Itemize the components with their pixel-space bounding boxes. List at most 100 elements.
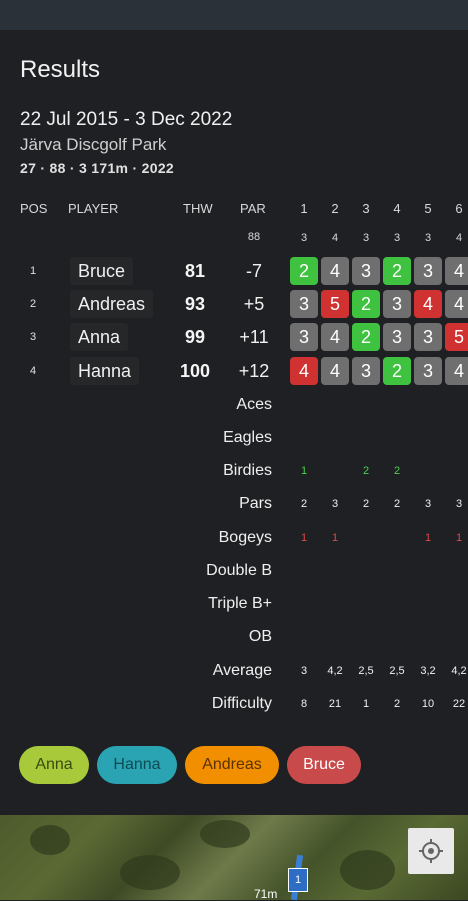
status-bar — [0, 0, 468, 30]
score-cell[interactable]: 3 — [352, 357, 380, 385]
stat-label: Birdies — [223, 462, 272, 479]
score-cell[interactable]: 3 — [414, 323, 442, 351]
stat-label: Bogeys — [218, 529, 272, 546]
player-par: +11 — [239, 327, 269, 347]
stat-value: 2 — [393, 465, 401, 477]
stat-value: 22 — [452, 698, 466, 710]
player-name[interactable]: Anna — [70, 323, 129, 351]
score-cell[interactable]: 2 — [290, 257, 318, 285]
stat-value: 3 — [331, 498, 339, 510]
score-cell[interactable]: 4 — [445, 357, 468, 385]
player-throws: 81 — [184, 261, 206, 281]
hole-par: 3 — [300, 232, 308, 244]
player-chip[interactable]: Anna — [19, 746, 89, 784]
location-target-icon — [419, 839, 443, 863]
hole-par: 3 — [393, 232, 401, 244]
score-cell[interactable]: 5 — [321, 290, 349, 318]
score-cell[interactable]: 3 — [290, 290, 318, 318]
stat-value: 4,2 — [327, 665, 343, 677]
stat-value: 8 — [300, 698, 308, 710]
stat-value: 2 — [393, 698, 401, 710]
player-throws: 93 — [184, 294, 206, 314]
player-name[interactable]: Hanna — [70, 357, 140, 385]
hole-number: 3 — [362, 201, 370, 216]
score-cell[interactable]: 3 — [383, 323, 411, 351]
stat-value: 2 — [393, 498, 401, 510]
stat-label: Aces — [236, 396, 272, 413]
score-cell[interactable]: 4 — [414, 290, 442, 318]
player-position: 3 — [30, 331, 37, 343]
stat-value: 3,2 — [420, 665, 436, 677]
score-cell[interactable]: 5 — [445, 323, 468, 351]
stat-value: 1 — [455, 532, 463, 544]
score-cell[interactable]: 3 — [290, 323, 318, 351]
map-tree — [30, 825, 70, 855]
header-pos: POS — [20, 201, 48, 216]
player-position: 1 — [30, 265, 37, 277]
stat-value: 1 — [331, 532, 339, 544]
stat-value: 2 — [300, 498, 308, 510]
stat-value: 2 — [362, 498, 370, 510]
course-name: Järva Discgolf Park — [20, 135, 167, 154]
stat-label: Average — [212, 662, 272, 679]
player-chip[interactable]: Andreas — [185, 746, 279, 784]
date-range: 22 Jul 2015 - 3 Dec 2022 — [20, 109, 233, 130]
hole-par: 3 — [362, 232, 370, 244]
score-cell[interactable]: 4 — [290, 357, 318, 385]
player-throws: 99 — [184, 327, 206, 347]
score-cell[interactable]: 2 — [383, 257, 411, 285]
player-par: +12 — [238, 361, 270, 381]
my-location-button[interactable] — [408, 828, 454, 874]
hole-number: 4 — [393, 201, 401, 216]
stat-label: Difficulty — [211, 695, 272, 712]
page-title: Results — [20, 56, 101, 83]
score-cell[interactable]: 4 — [321, 257, 349, 285]
hole-par: 3 — [424, 232, 432, 244]
course-map[interactable] — [0, 815, 468, 900]
player-chip[interactable]: Bruce — [287, 746, 361, 784]
stat-value: 3 — [300, 665, 308, 677]
player-par: -7 — [245, 261, 262, 281]
player-name[interactable]: Bruce — [70, 257, 134, 285]
stat-label: Double B — [206, 562, 272, 579]
player-name[interactable]: Andreas — [70, 290, 154, 318]
player-chip[interactable]: Hanna — [97, 746, 177, 784]
stat-value: 21 — [328, 698, 342, 710]
stat-value: 2,5 — [358, 665, 374, 677]
score-cell[interactable]: 4 — [445, 290, 468, 318]
hole-number: 5 — [424, 201, 432, 216]
score-cell[interactable]: 3 — [414, 357, 442, 385]
score-cell[interactable]: 3 — [352, 257, 380, 285]
total-par: 88 — [247, 231, 261, 243]
score-cell[interactable]: 2 — [352, 290, 380, 318]
header-par: PAR — [240, 201, 266, 216]
score-cell[interactable]: 3 — [383, 290, 411, 318]
score-cell[interactable]: 4 — [321, 323, 349, 351]
player-par: +5 — [243, 294, 265, 314]
stat-value: 1 — [362, 698, 370, 710]
hole-par: 4 — [331, 232, 339, 244]
stat-value: 2 — [362, 465, 370, 477]
player-position: 2 — [30, 298, 37, 310]
score-cell[interactable]: 2 — [352, 323, 380, 351]
hole-number: 6 — [455, 201, 463, 216]
hole-pin[interactable]: 1 — [288, 868, 308, 892]
stat-value: 1 — [300, 532, 308, 544]
stat-label: Triple B+ — [208, 595, 272, 612]
map-tree — [340, 850, 395, 890]
hole-number: 2 — [331, 201, 339, 216]
score-cell[interactable]: 4 — [321, 357, 349, 385]
header-thw: THW — [183, 201, 213, 216]
stat-value: 3 — [455, 498, 463, 510]
score-cell[interactable]: 4 — [445, 257, 468, 285]
score-cell[interactable]: 2 — [383, 357, 411, 385]
player-position: 4 — [30, 365, 37, 377]
hole-par: 4 — [455, 232, 463, 244]
map-tree — [200, 820, 250, 848]
stat-value: 3 — [424, 498, 432, 510]
stat-value: 1 — [424, 532, 432, 544]
hole-number: 1 — [300, 201, 308, 216]
stat-value: 10 — [421, 698, 435, 710]
stat-label: Eagles — [223, 429, 272, 446]
score-cell[interactable]: 3 — [414, 257, 442, 285]
